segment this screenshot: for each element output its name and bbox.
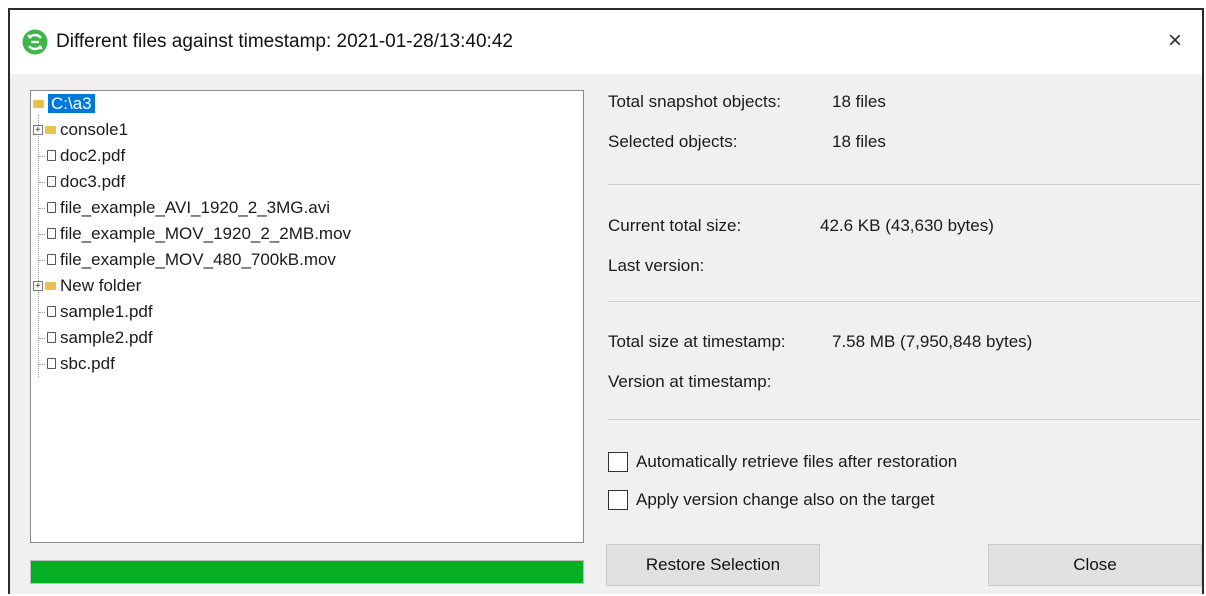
tree-item-new-folder[interactable]: + New folder bbox=[33, 274, 141, 298]
tree-connector bbox=[39, 234, 45, 235]
auto-retrieve-option[interactable]: Automatically retrieve files after resto… bbox=[608, 450, 957, 474]
selected-objects-value: 18 files bbox=[832, 132, 886, 151]
title-bar: Different files against timestamp: 2021-… bbox=[10, 10, 1202, 74]
file-icon bbox=[47, 228, 56, 240]
tree-item-label: sample2.pdf bbox=[60, 328, 153, 347]
apply-version-option[interactable]: Apply version change also on the target bbox=[608, 488, 935, 512]
close-window-button[interactable]: × bbox=[1158, 24, 1192, 58]
auto-retrieve-checkbox[interactable] bbox=[608, 452, 628, 472]
dialog-window: Different files against timestamp: 2021-… bbox=[8, 8, 1204, 594]
tree-root-label: C:\a3 bbox=[48, 94, 95, 113]
tree-item-mov480[interactable]: file_example_MOV_480_700kB.mov bbox=[39, 248, 336, 272]
progress-fill bbox=[31, 561, 583, 583]
file-icon bbox=[47, 306, 56, 318]
tree-item-doc2[interactable]: doc2.pdf bbox=[39, 144, 125, 168]
restore-selection-button[interactable]: Restore Selection bbox=[606, 544, 820, 586]
file-icon bbox=[47, 254, 56, 266]
file-icon bbox=[47, 358, 56, 370]
folder-icon bbox=[45, 125, 56, 134]
tree-connector bbox=[39, 338, 45, 339]
tree-item-sample2[interactable]: sample2.pdf bbox=[39, 326, 153, 350]
tree-item-sbc[interactable]: sbc.pdf bbox=[39, 352, 115, 376]
tree-item-label: sbc.pdf bbox=[60, 354, 115, 373]
file-icon bbox=[47, 202, 56, 214]
tree-root[interactable]: C:\a3 bbox=[33, 92, 95, 116]
tree-item-avi[interactable]: file_example_AVI_1920_2_3MG.avi bbox=[39, 196, 330, 220]
timestamp-size-label: Total size at timestamp: bbox=[608, 332, 786, 351]
close-button[interactable]: Close bbox=[988, 544, 1202, 586]
divider bbox=[608, 419, 1200, 420]
tree-item-label: sample1.pdf bbox=[60, 302, 153, 321]
file-icon bbox=[47, 176, 56, 188]
tree-item-doc3[interactable]: doc3.pdf bbox=[39, 170, 125, 194]
tree-item-label: New folder bbox=[60, 276, 142, 295]
expand-icon[interactable]: + bbox=[33, 280, 43, 291]
current-size-value: 42.6 KB (43,630 bytes) bbox=[820, 216, 994, 235]
last-version-label: Last version: bbox=[608, 256, 705, 275]
total-snapshot-label: Total snapshot objects: bbox=[608, 92, 781, 111]
tree-connector bbox=[39, 260, 45, 261]
tree-connector bbox=[39, 208, 45, 209]
divider bbox=[608, 184, 1200, 185]
file-tree[interactable]: C:\a3 + console1 doc2.pdf doc3.pdf file_e… bbox=[30, 90, 584, 543]
tree-connector bbox=[39, 156, 45, 157]
window-title: Different files against timestamp: 2021-… bbox=[56, 31, 513, 52]
expand-icon[interactable]: + bbox=[33, 124, 43, 135]
tree-item-console1[interactable]: + console1 bbox=[33, 118, 128, 142]
folder-icon bbox=[45, 281, 56, 290]
tree-item-label: doc2.pdf bbox=[60, 146, 126, 165]
progress-bar bbox=[30, 560, 584, 584]
tree-item-label: doc3.pdf bbox=[60, 172, 126, 191]
tree-item-sample1[interactable]: sample1.pdf bbox=[39, 300, 153, 324]
file-icon bbox=[47, 332, 56, 344]
divider bbox=[608, 301, 1200, 302]
auto-retrieve-label: Automatically retrieve files after resto… bbox=[636, 452, 958, 471]
selected-objects-label: Selected objects: bbox=[608, 132, 738, 151]
tree-item-label: console1 bbox=[60, 120, 129, 139]
tree-item-label: file_example_AVI_1920_2_3MG.avi bbox=[60, 198, 330, 217]
current-size-label: Current total size: bbox=[608, 216, 742, 235]
tree-connector bbox=[39, 364, 45, 365]
folder-icon bbox=[33, 99, 44, 108]
tree-connector bbox=[39, 182, 45, 183]
tree-item-mov1920[interactable]: file_example_MOV_1920_2_2MB.mov bbox=[39, 222, 351, 246]
version-at-timestamp-label: Version at timestamp: bbox=[608, 372, 772, 391]
apply-version-label: Apply version change also on the target bbox=[636, 490, 935, 509]
total-snapshot-value: 18 files bbox=[832, 92, 886, 111]
tree-connector bbox=[39, 312, 45, 313]
timestamp-size-value: 7.58 MB (7,950,848 bytes) bbox=[832, 332, 1033, 351]
file-icon bbox=[47, 150, 56, 162]
tree-item-label: file_example_MOV_480_700kB.mov bbox=[60, 250, 336, 269]
apply-version-checkbox[interactable] bbox=[608, 490, 628, 510]
tree-item-label: file_example_MOV_1920_2_2MB.mov bbox=[60, 224, 352, 243]
app-logo-icon bbox=[22, 29, 48, 55]
